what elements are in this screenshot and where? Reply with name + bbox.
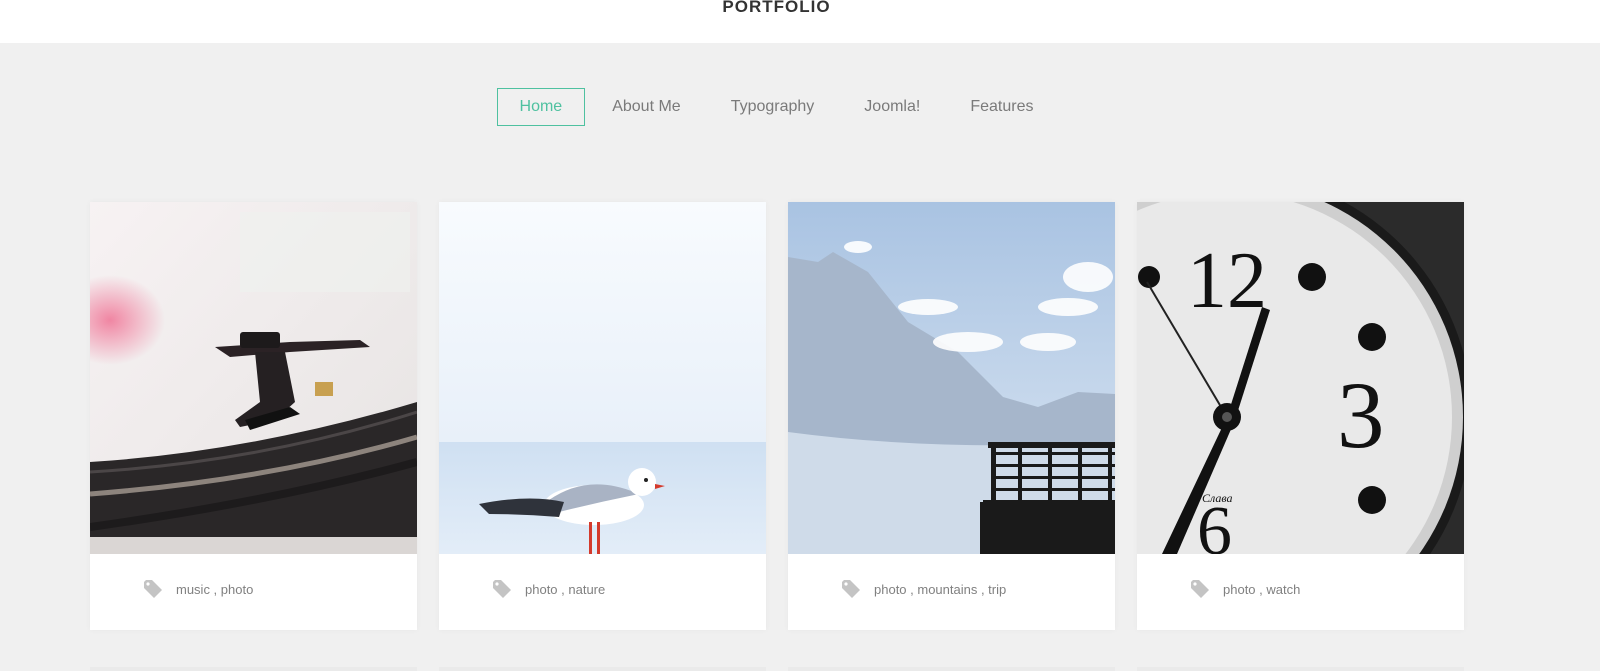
- card-meta: photo , watch: [1190, 578, 1300, 600]
- card-meta: photo , mountains , trip: [841, 578, 1006, 600]
- nav-item-typography[interactable]: Typography: [708, 88, 838, 126]
- next-row-card-edge: [788, 667, 1115, 671]
- mountain-lake-photo[interactable]: [788, 202, 1115, 554]
- next-row-card-edge: [439, 667, 766, 671]
- svg-text:12: 12: [1187, 237, 1267, 325]
- clock-photo[interactable]: 12 3 6 Cлава: [1137, 202, 1464, 554]
- portfolio-card[interactable]: 12 3 6 Cлава photo , watch: [1137, 202, 1464, 630]
- site-title[interactable]: PORTFOLIO: [0, 0, 1553, 17]
- card-meta: music , photo: [143, 578, 253, 600]
- seagull-photo[interactable]: [439, 202, 766, 554]
- turntable-photo[interactable]: [90, 202, 417, 554]
- portfolio-card[interactable]: music , photo: [90, 202, 417, 630]
- portfolio-card[interactable]: photo , nature: [439, 202, 766, 630]
- card-tags[interactable]: photo , mountains , trip: [874, 582, 1006, 597]
- card-tags[interactable]: photo , watch: [1223, 582, 1300, 597]
- nav-item-features[interactable]: Features: [947, 88, 1056, 126]
- nav-item-about-me[interactable]: About Me: [589, 88, 703, 126]
- tag-icon: [493, 580, 511, 598]
- top-header: PORTFOLIO: [0, 0, 1600, 43]
- tag-icon: [144, 580, 162, 598]
- nav-item-joomla[interactable]: Joomla!: [841, 88, 943, 126]
- next-row-card-edge: [1137, 667, 1464, 671]
- svg-text:3: 3: [1337, 362, 1385, 468]
- card-tags[interactable]: photo , nature: [525, 582, 605, 597]
- portfolio-card[interactable]: photo , mountains , trip: [788, 202, 1115, 630]
- next-row-card-edge: [90, 667, 417, 671]
- tag-icon: [842, 580, 860, 598]
- tag-icon: [1191, 580, 1209, 598]
- card-tags[interactable]: music , photo: [176, 582, 253, 597]
- nav-item-home[interactable]: Home: [496, 88, 586, 126]
- main-nav: Home About Me Typography Joomla! Feature…: [0, 88, 1600, 126]
- card-meta: photo , nature: [492, 578, 605, 600]
- svg-text:Cлава: Cлава: [1202, 491, 1233, 505]
